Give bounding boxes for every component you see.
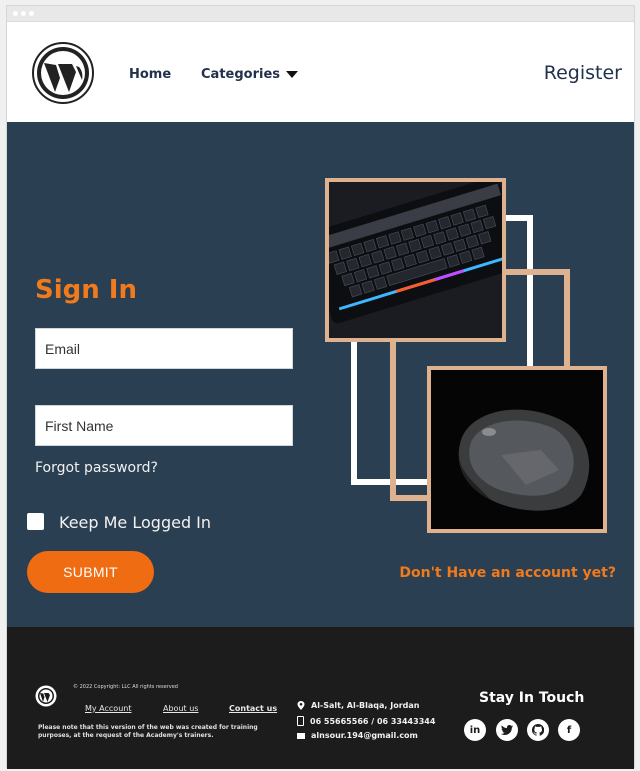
footer-link-my-account[interactable]: My Account: [85, 704, 131, 713]
facebook-icon[interactable]: f: [558, 719, 580, 741]
email-field[interactable]: Email: [35, 328, 293, 369]
window-dot: [29, 11, 34, 16]
window-chrome: [7, 6, 634, 22]
footer-phones: 06 55665566 / 06 33443344: [297, 716, 435, 726]
create-account-link[interactable]: Don't Have an account yet?: [399, 565, 616, 581]
nav-categories-dropdown[interactable]: Categories: [201, 67, 299, 82]
mouse-image: [427, 366, 607, 533]
nav-categories-label: Categories: [201, 67, 281, 82]
window-dot: [13, 11, 18, 16]
envelope-icon: [297, 732, 305, 739]
mobile-phone-icon: [297, 716, 304, 726]
keep-logged-in-checkbox[interactable]: [27, 513, 44, 530]
window-dot: [21, 11, 26, 16]
phone-text: 06 55665566 / 06 33443344: [310, 716, 436, 726]
page-title: Sign In: [35, 275, 137, 305]
wordpress-logo-icon: [35, 685, 57, 707]
footer-link-about-us[interactable]: About us: [163, 704, 198, 713]
footer-email: alnsour.194@gmail.com: [297, 731, 418, 740]
signin-hero: Sign In Email First Name Forgot password…: [7, 122, 634, 627]
linkedin-icon[interactable]: in: [464, 719, 486, 741]
training-note: Please note that this version of the web…: [38, 724, 258, 739]
keep-logged-in-label: Keep Me Logged In: [59, 513, 212, 532]
browser-frame: Home Categories Register Sign In Email F…: [6, 5, 635, 769]
forgot-password-link[interactable]: Forgot password?: [35, 460, 158, 476]
register-link[interactable]: Register: [544, 62, 622, 84]
address-text: Al-Salt, Al-Blaqa, Jordan: [311, 701, 420, 710]
keyboard-image: [325, 178, 506, 342]
copyright-text: © 2022 Copyright: LLC All rights reserve…: [73, 684, 178, 690]
submit-button[interactable]: SUBMIT: [27, 551, 154, 593]
site-header: Home Categories Register: [7, 22, 634, 122]
wordpress-logo-icon[interactable]: [32, 42, 94, 104]
chevron-down-icon: [286, 71, 299, 78]
footer-link-contact-us[interactable]: Contact us: [229, 704, 277, 713]
nav-home-link[interactable]: Home: [129, 67, 171, 82]
location-pin-icon: [297, 701, 305, 710]
twitter-icon[interactable]: [496, 719, 518, 741]
footer-address: Al-Salt, Al-Blaqa, Jordan: [297, 701, 419, 710]
stay-in-touch-heading: Stay In Touch: [479, 690, 585, 706]
github-icon[interactable]: [527, 719, 549, 741]
site-footer: © 2022 Copyright: LLC All rights reserve…: [7, 627, 634, 769]
first-name-field[interactable]: First Name: [35, 405, 293, 446]
email-text[interactable]: alnsour.194@gmail.com: [311, 731, 418, 740]
